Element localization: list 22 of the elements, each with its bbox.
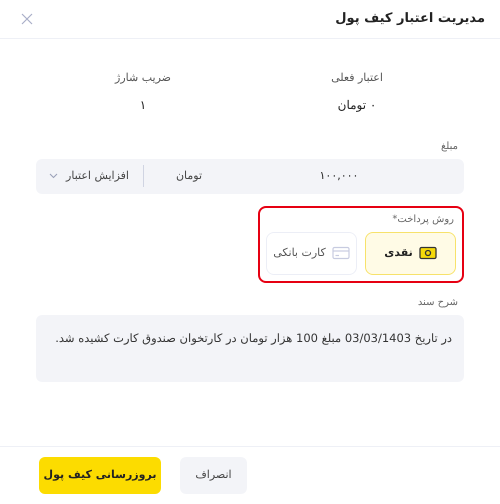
amount-value: ۱۰۰,۰۰۰ (318, 168, 360, 184)
info-label: ضریب شارژ (115, 70, 171, 86)
amount-field[interactable]: ۱۰۰,۰۰۰ تومان افزایش اعتبار (36, 158, 464, 194)
info-value: ۰ تومان (338, 96, 376, 114)
field-label: شرح سند (416, 296, 458, 310)
payment-option[interactable]: کارت بانکی (266, 232, 357, 274)
payment-option[interactable]: نقدی (365, 232, 456, 274)
dialog-title: مدیریت اعتبار کیف پول (335, 10, 485, 28)
cancel-button[interactable]: انصراف (180, 457, 247, 494)
description-field[interactable]: در تاریخ 03/03/1403 مبلغ 100 هزار تومان در کارتخوان صندوق کارت کشیده شد. (36, 314, 464, 382)
operation-dropdown[interactable]: افزایش اعتبار (49, 168, 129, 184)
field-label: مبلغ (440, 140, 458, 154)
update-wallet-button[interactable]: بروزرسانی کیف پول (39, 457, 161, 494)
currency-unit: تومان (174, 168, 204, 184)
close-icon[interactable] (21, 13, 33, 25)
cash-icon (418, 246, 437, 260)
info-label: اعتبار فعلی (331, 70, 383, 86)
description-text: در تاریخ 03/03/1403 مبلغ 100 هزار تومان در کارتخوان صندوق کارت کشیده شد. (55, 330, 452, 344)
credit-card-icon (332, 246, 350, 260)
info-value: ۱ (140, 96, 146, 114)
field-label: روش پرداخت* (391, 212, 454, 226)
chevron-down-icon (49, 173, 58, 179)
